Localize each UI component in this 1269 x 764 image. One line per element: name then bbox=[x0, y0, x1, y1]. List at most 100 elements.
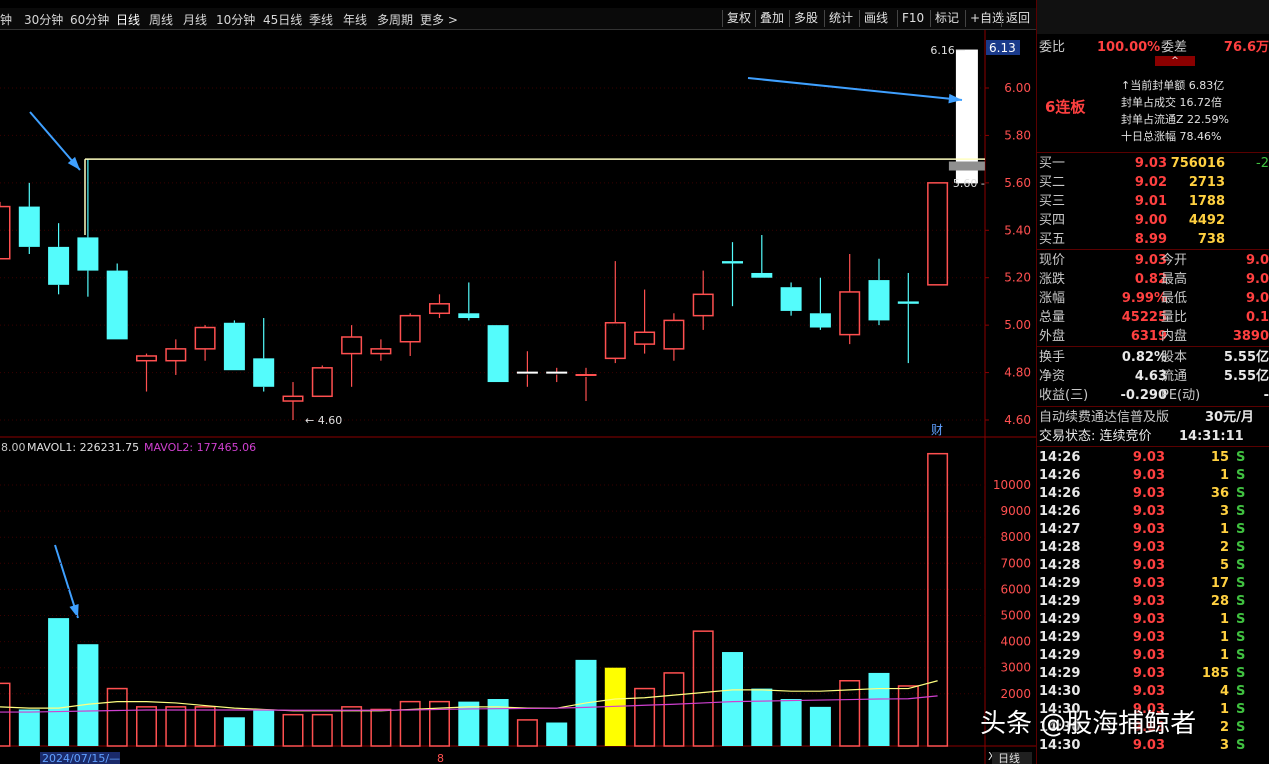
stat-label: 收益(三) bbox=[1039, 388, 1089, 403]
fin-tag: 财 bbox=[931, 423, 943, 437]
tick-price: 9.03 bbox=[1132, 612, 1165, 627]
quote-label: 外盘 bbox=[1039, 329, 1066, 344]
quote-value-2: 3890 bbox=[1232, 329, 1269, 344]
volume-tick-label: 9000 bbox=[1000, 504, 1031, 518]
seal-info-seal_float: 封单占流通Z 22.59% bbox=[1121, 113, 1229, 126]
period-tab-7[interactable]: 45日线 bbox=[263, 11, 302, 28]
candle-body bbox=[341, 336, 363, 355]
quote-value-2: 9.0 bbox=[1245, 253, 1269, 268]
quote-label-2: 今开 bbox=[1161, 253, 1188, 268]
tick-row: 14:29 9.03 1 S bbox=[1037, 646, 1269, 665]
volume-tick-label: 2000 bbox=[1000, 687, 1031, 701]
month-mark: 8 bbox=[437, 752, 444, 764]
bid-label: 买三 bbox=[1039, 194, 1066, 209]
tick-time: 14:26 bbox=[1039, 450, 1081, 465]
weicha-value: 76.6万 bbox=[1223, 40, 1269, 55]
separator bbox=[1037, 406, 1269, 407]
tick-price: 9.03 bbox=[1132, 594, 1165, 609]
candle-body bbox=[223, 322, 245, 371]
stat-row: 收益(三) -0.290 PE(动) - bbox=[1037, 386, 1269, 405]
toolbar-button-1[interactable]: 叠加 bbox=[755, 10, 788, 27]
period-tab-4[interactable]: 周线 bbox=[149, 11, 173, 28]
period-tab-6[interactable]: 10分钟 bbox=[216, 11, 255, 28]
quote-label: 现价 bbox=[1039, 253, 1066, 268]
candle-body bbox=[604, 322, 626, 360]
expand-icon[interactable]: ^ bbox=[1155, 56, 1195, 66]
candle-body bbox=[282, 395, 304, 402]
tick-price: 9.03 bbox=[1132, 576, 1165, 591]
volume-bar bbox=[253, 709, 275, 746]
volume-bar bbox=[341, 706, 363, 747]
period-tab-9[interactable]: 年线 bbox=[343, 11, 367, 28]
period-tab-8[interactable]: 季线 bbox=[309, 11, 333, 28]
tick-volume: 3 bbox=[1219, 504, 1229, 519]
period-tab-0[interactable]: 钟 bbox=[0, 11, 12, 28]
toolbar-button-4[interactable]: 画线 bbox=[859, 10, 892, 27]
volume-bar bbox=[516, 719, 538, 747]
kline-chart: 6.00 5.80 5.60 5.40 5.20 5.00 4.80 4.60 6.16 5.60… bbox=[0, 30, 1036, 764]
tick-side: S bbox=[1236, 450, 1246, 465]
toolbar-button-0[interactable]: 复权 bbox=[722, 10, 755, 27]
volume-bar bbox=[487, 699, 509, 746]
tick-volume: 1 bbox=[1219, 468, 1229, 483]
toolbar-button-2[interactable]: 多股 bbox=[789, 10, 822, 27]
seal-info-ten_day: 十日总涨幅 78.46% bbox=[1121, 130, 1222, 143]
quote-value: 9.03 bbox=[1134, 253, 1167, 268]
volume-tick-label: 10000 bbox=[993, 478, 1031, 492]
volume-bar bbox=[194, 706, 216, 747]
period-tab-11[interactable]: 更多 > bbox=[420, 11, 458, 28]
bid-label: 买一 bbox=[1039, 156, 1066, 171]
tick-side: S bbox=[1236, 684, 1246, 699]
toolbar-button-8[interactable]: 返回 bbox=[1001, 10, 1034, 27]
candle-body bbox=[165, 348, 187, 362]
low-label: ← 4.60 bbox=[305, 414, 342, 427]
tick-volume: 1 bbox=[1219, 612, 1229, 627]
period-tab-3[interactable]: 日线 bbox=[116, 11, 140, 28]
tick-time: 14:29 bbox=[1039, 612, 1081, 627]
volume-bar bbox=[897, 685, 919, 747]
quote-value: 6319 bbox=[1130, 329, 1167, 344]
price-tick-label: 6.00 bbox=[1004, 81, 1031, 95]
toolbar-button-3[interactable]: 统计 bbox=[824, 10, 857, 27]
candle-body bbox=[692, 293, 714, 317]
period-tab-10[interactable]: 多周期 bbox=[377, 11, 413, 28]
volume-bar bbox=[546, 722, 568, 746]
separator bbox=[1037, 152, 1269, 153]
candle-body bbox=[48, 246, 70, 285]
period-tab-1[interactable]: 30分钟 bbox=[24, 11, 63, 28]
bid-label: 买二 bbox=[1039, 175, 1066, 190]
tick-price: 9.03 bbox=[1132, 666, 1165, 681]
tick-volume: 1 bbox=[1219, 522, 1229, 537]
volume-tick-label: 3000 bbox=[1000, 661, 1031, 675]
tick-side: S bbox=[1236, 738, 1246, 753]
bid-volume: 738 bbox=[1197, 232, 1225, 247]
tick-volume: 4 bbox=[1219, 684, 1229, 699]
board-tag: 6连板 bbox=[1045, 98, 1086, 116]
candle-body bbox=[253, 358, 275, 387]
stat-label: 换手 bbox=[1039, 350, 1066, 365]
tick-price: 9.03 bbox=[1132, 630, 1165, 645]
candle-body bbox=[780, 287, 802, 311]
price-tick-label: 5.20 bbox=[1004, 271, 1031, 285]
volume-bar bbox=[165, 706, 187, 747]
volume-tick-label: 7000 bbox=[1000, 556, 1031, 570]
ad-text: 自动续费通达信普及版 bbox=[1039, 410, 1170, 425]
arrow-top-right-shaft bbox=[747, 77, 963, 101]
tick-side: S bbox=[1236, 540, 1246, 555]
price-tick-label: 5.00 bbox=[1004, 318, 1031, 332]
toolbar-button-5[interactable]: F10 bbox=[897, 10, 928, 27]
quote-value-2: 9.0 bbox=[1245, 272, 1269, 287]
tick-volume: 28 bbox=[1210, 594, 1229, 609]
volume-bar bbox=[106, 687, 128, 747]
period-tab-2[interactable]: 60分钟 bbox=[70, 11, 109, 28]
bid-row: 买二 9.02 2713 bbox=[1037, 173, 1269, 192]
volume-tick-label: 4000 bbox=[1000, 635, 1031, 649]
bid-price: 9.01 bbox=[1134, 194, 1167, 209]
stat-value-2: 5.55亿 bbox=[1223, 369, 1269, 384]
toolbar-button-6[interactable]: 标记 bbox=[930, 10, 963, 27]
quote-label: 总量 bbox=[1039, 310, 1066, 325]
stat-value-2: 5.55亿 bbox=[1223, 350, 1269, 365]
stat-value-2: - bbox=[1263, 388, 1269, 403]
bid-row: 买一 9.03 756016 -2 bbox=[1037, 154, 1269, 173]
period-tab-5[interactable]: 月线 bbox=[183, 11, 207, 28]
